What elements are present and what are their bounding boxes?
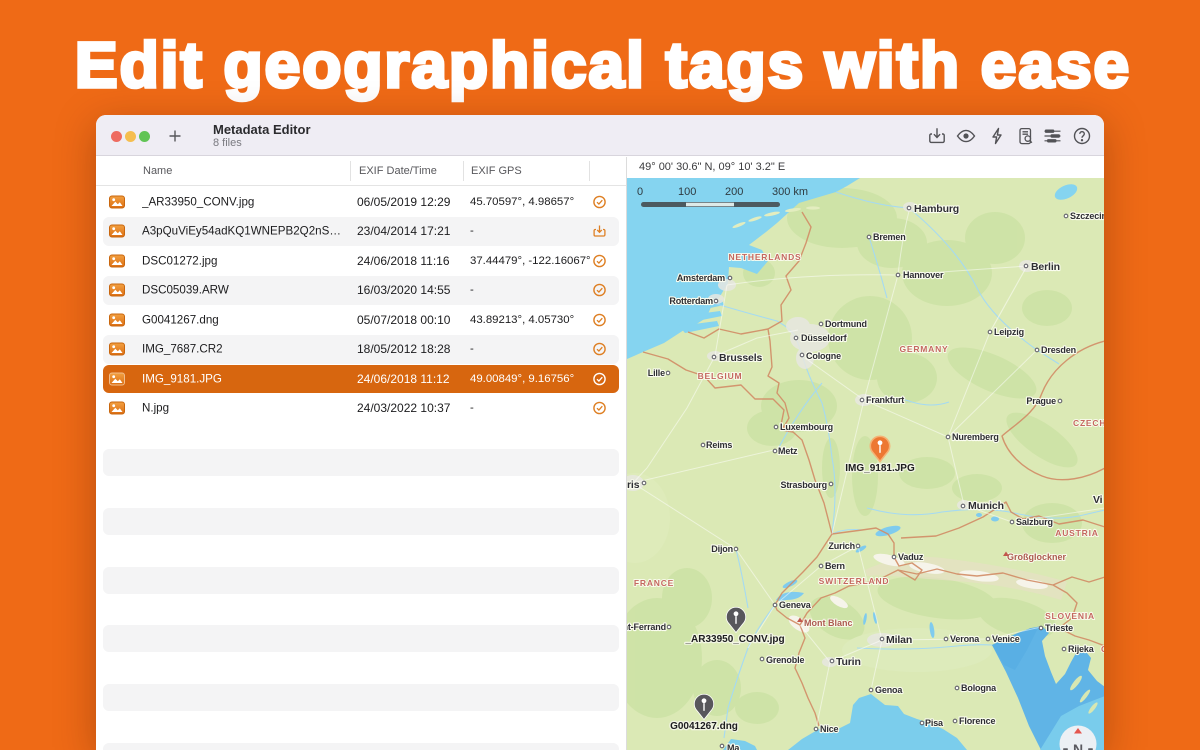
svg-text:Luxembourg: Luxembourg [780, 422, 833, 432]
svg-text:Strasbourg: Strasbourg [780, 480, 827, 490]
svg-text:Großglockner: Großglockner [1007, 552, 1067, 562]
svg-text:Bologna: Bologna [961, 683, 997, 693]
svg-text:FRANCE: FRANCE [634, 578, 674, 588]
svg-text:CR: CR [1101, 644, 1104, 654]
svg-text:SLOVENIA: SLOVENIA [1045, 611, 1095, 621]
svg-text:Szczecin: Szczecin [1070, 211, 1104, 221]
svg-text:Ma: Ma [727, 743, 740, 750]
svg-text:Trieste: Trieste [1045, 623, 1073, 633]
svg-text:CZECH: CZECH [1073, 418, 1104, 428]
svg-text:Berlin: Berlin [1031, 261, 1060, 273]
svg-text:Turin: Turin [836, 656, 861, 668]
svg-text:_AR33950_CONV.jpg: _AR33950_CONV.jpg [684, 634, 784, 645]
svg-text:Prague: Prague [1026, 396, 1056, 406]
svg-text:N: N [1073, 741, 1083, 750]
svg-text:Florence: Florence [959, 716, 995, 726]
svg-text:nt-Ferrand: nt-Ferrand [627, 622, 666, 632]
svg-text:Brussels: Brussels [719, 352, 762, 364]
svg-text:100: 100 [678, 186, 696, 198]
svg-text:Munich: Munich [968, 500, 1004, 512]
svg-text:BELGIUM: BELGIUM [698, 371, 743, 381]
svg-text:Cologne: Cologne [806, 351, 841, 361]
svg-text:Bern: Bern [825, 561, 845, 571]
svg-text:Metz: Metz [778, 446, 798, 456]
svg-text:Grenoble: Grenoble [766, 655, 804, 665]
svg-text:Geneva: Geneva [779, 600, 812, 610]
svg-text:Leipzig: Leipzig [994, 327, 1024, 337]
svg-text:SWITZERLAND: SWITZERLAND [819, 576, 890, 586]
svg-text:Reims: Reims [706, 440, 732, 450]
svg-text:Verona: Verona [950, 634, 980, 644]
svg-text:Vaduz: Vaduz [898, 552, 924, 562]
svg-text:Salzburg: Salzburg [1016, 517, 1053, 527]
svg-text:Amsterdam: Amsterdam [677, 273, 725, 283]
svg-text:Hannover: Hannover [903, 270, 944, 280]
svg-text:G0041267.dng: G0041267.dng [670, 721, 738, 732]
svg-text:Dresden: Dresden [1041, 345, 1076, 355]
svg-text:Pisa: Pisa [925, 718, 944, 728]
svg-text:Nice: Nice [820, 724, 839, 734]
svg-text:Düsseldorf: Düsseldorf [801, 333, 848, 343]
svg-text:IMG_9181.JPG: IMG_9181.JPG [845, 463, 915, 474]
svg-text:NETHERLANDS: NETHERLANDS [728, 252, 801, 262]
svg-text:Nuremberg: Nuremberg [952, 432, 999, 442]
svg-text:Vi: Vi [1093, 494, 1103, 506]
svg-text:Hamburg: Hamburg [914, 203, 959, 215]
svg-text:Dijon: Dijon [711, 544, 733, 554]
svg-text:Rotterdam: Rotterdam [669, 296, 713, 306]
svg-text:Venice: Venice [992, 634, 1020, 644]
svg-text:GERMANY: GERMANY [899, 344, 948, 354]
svg-text:Zurich: Zurich [828, 541, 855, 551]
svg-text:AUSTRIA: AUSTRIA [1055, 528, 1098, 538]
svg-text:Lille: Lille [648, 368, 665, 378]
svg-text:Dortmund: Dortmund [825, 319, 867, 329]
svg-text:Rijeka: Rijeka [1068, 644, 1095, 654]
svg-text:Genoa: Genoa [875, 685, 903, 695]
svg-text:300 km: 300 km [772, 186, 808, 198]
svg-text:Mont Blanc: Mont Blanc [804, 618, 853, 628]
svg-text:200: 200 [725, 186, 743, 198]
svg-text:ris: ris [627, 479, 640, 491]
svg-text:Milan: Milan [886, 634, 912, 646]
svg-text:Frankfurt: Frankfurt [866, 395, 904, 405]
svg-text:Bremen: Bremen [873, 232, 906, 242]
svg-text:0: 0 [637, 186, 643, 198]
